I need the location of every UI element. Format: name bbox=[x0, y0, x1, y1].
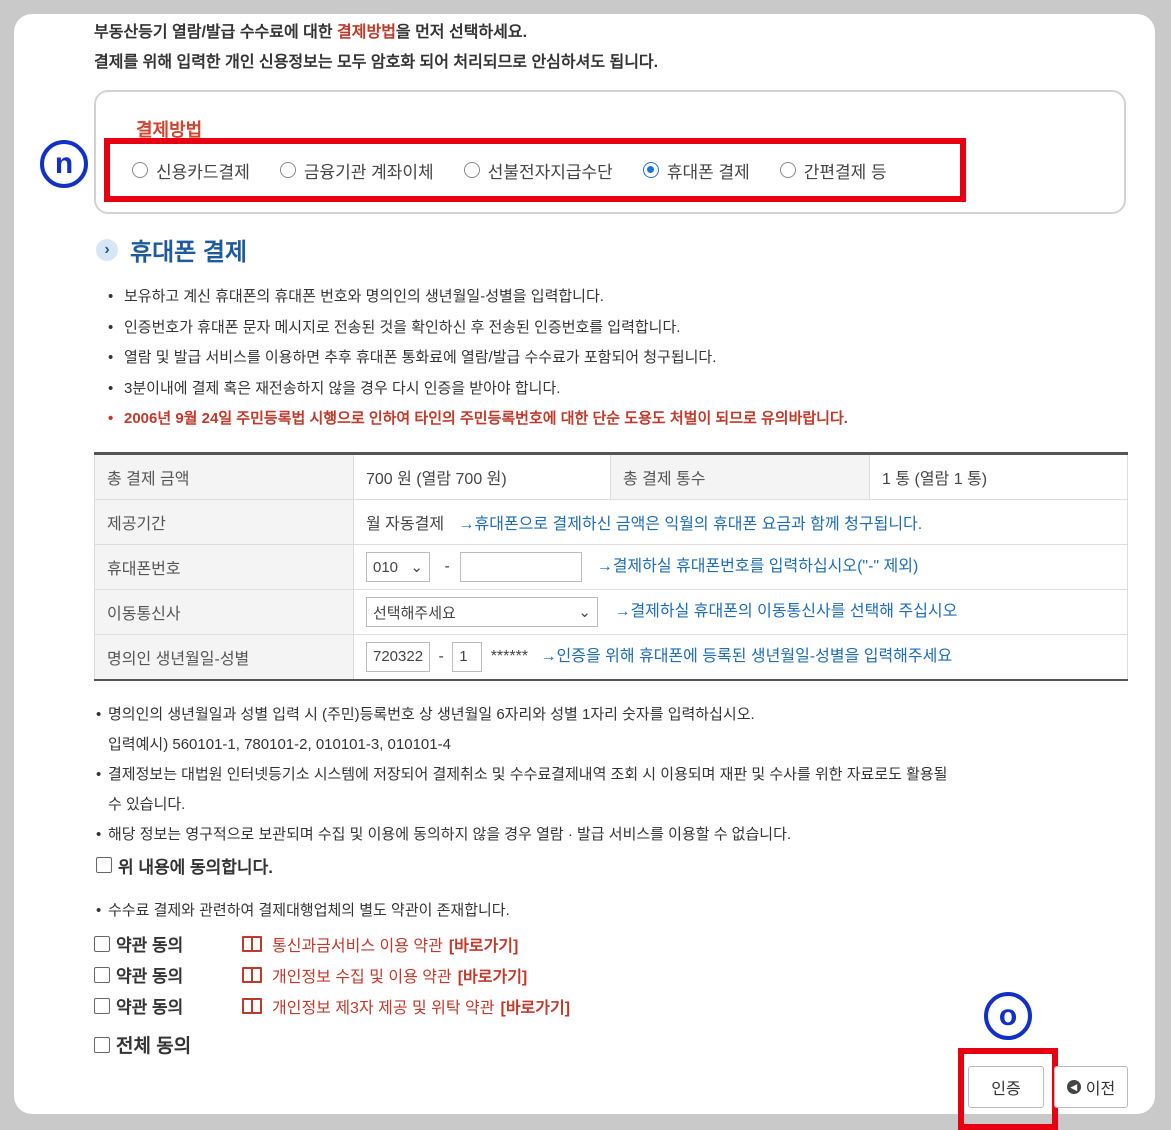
term-agree-checkbox[interactable]: 약관 동의 bbox=[94, 993, 242, 1018]
agree-all-checkbox[interactable]: 전체 동의 bbox=[94, 1031, 570, 1058]
radio-easy-pay[interactable]: 간편결제 등 bbox=[779, 158, 887, 183]
term-row: 약관 동의 통신과금서비스 이용 약관 [바로가기] bbox=[94, 928, 570, 959]
term-row: 약관 동의 개인정보 수집 및 이용 약관 [바로가기] bbox=[94, 959, 570, 990]
note-item: 인증번호가 휴대폰 문자 메시지로 전송된 것을 확인하신 후 전송된 인증번호… bbox=[108, 317, 1128, 348]
radio-circle[interactable] bbox=[463, 162, 480, 178]
phone-cell: 010 ⌄ - →결제하실 휴대폰번호를 입력하십시오("-" 제외) bbox=[353, 544, 1128, 590]
radio-mobile-payment[interactable]: 휴대폰 결제 bbox=[642, 158, 750, 183]
prev-button[interactable]: ◀ 이전 bbox=[1054, 1066, 1128, 1108]
note-item: 3분이내에 결제 혹은 재전송하지 않을 경우 다시 인증을 받아야 합니다. bbox=[108, 378, 1128, 409]
table-row: 명의인 생년월일-성별 720322 - 1 ****** →인증을 위해 휴대… bbox=[94, 634, 1128, 681]
privacy-note: 결제정보는 대법원 인터넷등기소 시스템에 저장되어 결제취소 및 수수료결제내… bbox=[96, 760, 1126, 790]
payment-info-table: 총 결제 금액 700 원 (열람 700 원) 총 결제 통수 1 통 (열람… bbox=[94, 452, 1128, 681]
warning-note: 2006년 9월 24일 주민등록법 시행으로 인하여 타인의 주민등록번호에 … bbox=[108, 408, 1128, 439]
intro-line-2: 결제를 위해 입력한 개인 신용정보는 모두 암호화 되어 처리되므로 안심하셔… bbox=[94, 54, 659, 71]
carrier-cell: 선택해주세요 ⌄ →결제하실 휴대폰의 이동통신사를 선택해 주십시오 bbox=[353, 589, 1128, 635]
phone-number-input[interactable] bbox=[460, 552, 583, 582]
gender-digit-input[interactable]: 1 bbox=[452, 642, 483, 672]
radio-bank-transfer[interactable]: 금융기관 계좌이체 bbox=[279, 158, 434, 183]
term-link[interactable]: 통신과금서비스 이용 약관 [바로가기] bbox=[272, 932, 518, 956]
total-count-label: 총 결제 통수 bbox=[610, 453, 870, 500]
radio-circle-selected[interactable] bbox=[642, 162, 659, 178]
privacy-note-cont: 수 있습니다. bbox=[108, 796, 186, 813]
checkbox-box[interactable] bbox=[96, 857, 112, 873]
table-row: 휴대폰번호 010 ⌄ - →결제하실 휴대폰번호를 입력하십시오("-" 제외… bbox=[94, 544, 1128, 590]
checkbox-box[interactable] bbox=[94, 997, 110, 1014]
book-icon bbox=[242, 997, 262, 1014]
term-link[interactable]: 개인정보 수집 및 이용 약관 [바로가기] bbox=[272, 963, 527, 987]
phone-prefix-select[interactable]: 010 ⌄ bbox=[366, 552, 430, 582]
period-label: 제공기간 bbox=[94, 499, 354, 545]
term-agree-checkbox[interactable]: 약관 동의 bbox=[94, 962, 242, 987]
total-amount-value: 700 원 (열람 700 원) bbox=[353, 453, 611, 500]
table-row: 총 결제 금액 700 원 (열람 700 원) 총 결제 통수 1 통 (열람… bbox=[94, 453, 1128, 500]
annotation-marker-n: n bbox=[40, 140, 88, 188]
radio-credit-card[interactable]: 신용카드결제 bbox=[132, 158, 250, 183]
agree-checkbox[interactable]: 위 내용에 동의합니다. bbox=[96, 850, 1126, 880]
privacy-note-example: 입력예시) 560101-1, 780101-2, 010101-3, 0101… bbox=[108, 736, 451, 753]
table-row: 이동통신사 선택해주세요 ⌄ →결제하실 휴대폰의 이동통신사를 선택해 주십시… bbox=[94, 589, 1128, 635]
annotation-marker-o: o bbox=[984, 992, 1032, 1040]
terms-note: 수수료 결제와 관련하여 결제대행업체의 별도 약관이 존재합니다. bbox=[96, 896, 1126, 926]
payment-method-options: 신용카드결제 금융기관 계좌이체 선불전자지급수단 휴대폰 결제 간편결제 등 bbox=[104, 138, 966, 202]
radio-prepaid[interactable]: 선불전자지급수단 bbox=[463, 158, 613, 183]
radio-circle[interactable] bbox=[279, 162, 296, 178]
chevron-right-icon: › bbox=[96, 238, 118, 261]
radio-circle[interactable] bbox=[779, 162, 796, 178]
book-icon bbox=[242, 935, 262, 952]
chevron-left-icon: ◀ bbox=[1066, 1080, 1081, 1094]
note-item: 열람 및 발급 서비스를 이용하면 추후 휴대폰 통화료에 열람/발급 수수료가… bbox=[108, 347, 1128, 378]
checkbox-box[interactable] bbox=[94, 935, 110, 952]
note-item: 보유하고 계신 휴대폰의 휴대폰 번호와 명의인의 생년월일-성별을 입력합니다… bbox=[108, 286, 1128, 317]
checkbox-box[interactable] bbox=[94, 1036, 110, 1053]
section-title: › 휴대폰 결제 bbox=[96, 232, 247, 267]
period-cell: 월 자동결제 →휴대폰으로 결제하신 금액은 익월의 휴대폰 요금과 함께 청구… bbox=[353, 499, 1128, 545]
birthdate-input[interactable]: 720322 bbox=[366, 642, 430, 672]
birth-cell: 720322 - 1 ****** →인증을 위해 휴대폰에 등록된 생년월일-… bbox=[353, 634, 1128, 681]
term-link[interactable]: 개인정보 제3자 제공 및 위탁 약관 [바로가기] bbox=[272, 994, 570, 1018]
carrier-label: 이동통신사 bbox=[94, 589, 354, 635]
radio-circle[interactable] bbox=[132, 162, 148, 178]
carrier-select[interactable]: 선택해주세요 ⌄ bbox=[366, 597, 598, 627]
mobile-payment-notes: 보유하고 계신 휴대폰의 휴대폰 번호와 명의인의 생년월일-성별을 입력합니다… bbox=[108, 286, 1128, 439]
verify-button[interactable]: 인증 bbox=[968, 1066, 1044, 1108]
checkbox-box[interactable] bbox=[94, 966, 110, 983]
total-count-value: 1 통 (열람 1 통) bbox=[869, 453, 1128, 500]
term-agree-checkbox[interactable]: 약관 동의 bbox=[94, 931, 242, 956]
phone-label: 휴대폰번호 bbox=[94, 544, 354, 590]
term-row: 약관 동의 개인정보 제3자 제공 및 위탁 약관 [바로가기] bbox=[94, 990, 570, 1021]
chevron-down-icon: ⌄ bbox=[578, 604, 591, 621]
book-icon bbox=[242, 966, 262, 983]
table-row: 제공기간 월 자동결제 →휴대폰으로 결제하신 금액은 익월의 휴대폰 요금과 … bbox=[94, 499, 1128, 545]
privacy-note: 명의인의 생년월일과 성별 입력 시 (주민)등록번호 상 생년월일 6자리와 … bbox=[96, 700, 1126, 730]
total-amount-label: 총 결제 금액 bbox=[94, 453, 354, 500]
birth-label: 명의인 생년월일-성별 bbox=[94, 634, 354, 681]
terms-list: 약관 동의 통신과금서비스 이용 약관 [바로가기] 약관 동의 개인정보 수집 … bbox=[94, 928, 570, 1058]
privacy-note: 해당 정보는 영구적으로 보관되며 수집 및 이용에 동의하지 않을 경우 열람… bbox=[96, 820, 1126, 850]
intro-line-1: 부동산등기 열람/발급 수수료에 대한 결제방법을 먼저 선택하세요. bbox=[94, 24, 528, 41]
privacy-notes: 명의인의 생년월일과 성별 입력 시 (주민)등록번호 상 생년월일 6자리와 … bbox=[96, 700, 1126, 926]
chevron-down-icon: ⌄ bbox=[410, 559, 423, 576]
